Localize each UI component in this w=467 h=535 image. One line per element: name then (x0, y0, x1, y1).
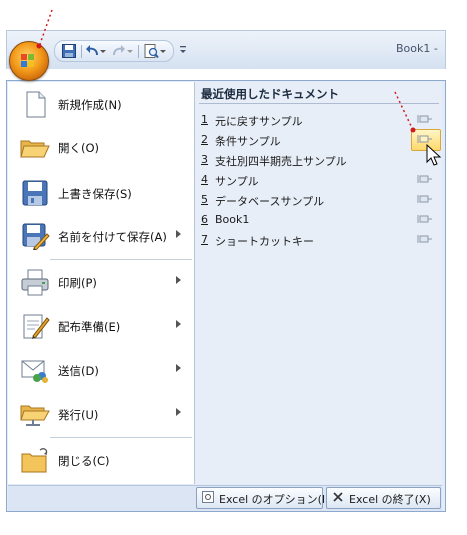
mouse-cursor-icon (426, 143, 442, 166)
annotation-overlay (36, 9, 442, 166)
annotation-line (394, 91, 413, 129)
annotation-dot (36, 43, 42, 49)
annotation-dot (410, 127, 416, 133)
annotation-line (39, 9, 53, 45)
